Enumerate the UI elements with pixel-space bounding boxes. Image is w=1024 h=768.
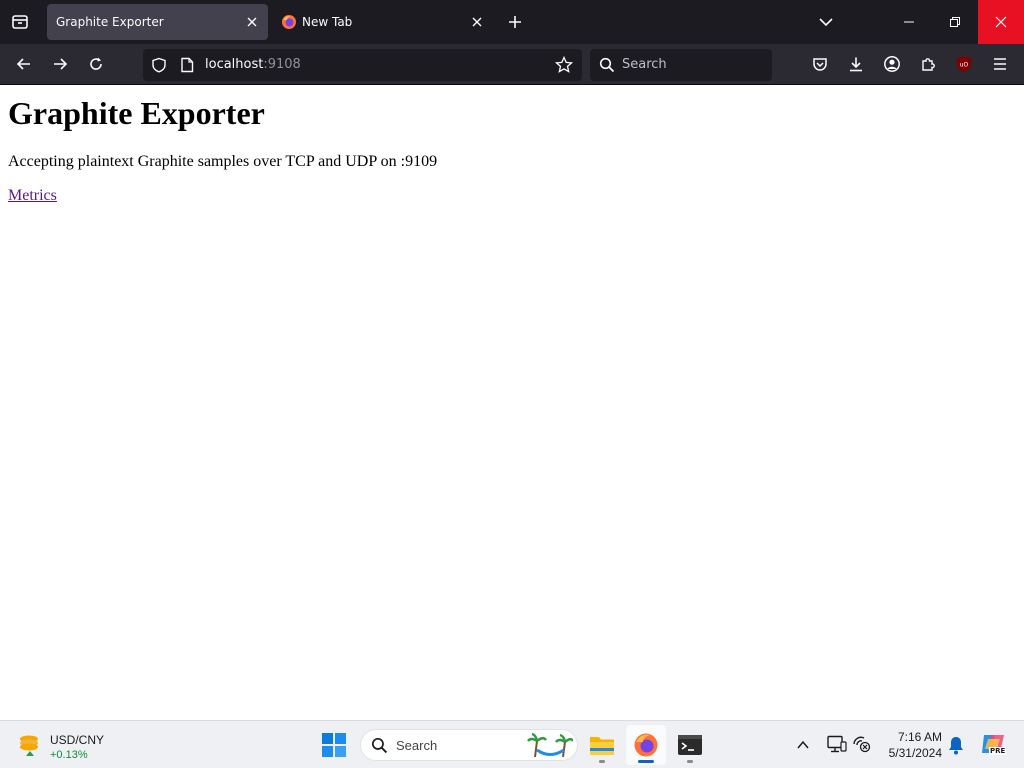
page-description: Accepting plaintext Graphite samples ove… [8,153,438,170]
copilot-preview-badge: PRE [989,747,1007,755]
tab-graphite-exporter[interactable]: Graphite Exporter [47,4,268,40]
firefox-logo-icon [281,14,297,30]
search-icon [599,57,615,77]
downloads-icon[interactable] [842,50,870,78]
firefox-taskbar-icon[interactable] [626,725,666,765]
widget-currency-change: +0.13% [50,749,88,761]
tab-strip: Graphite Exporter New Tab [0,0,1024,44]
taskbar: USD/CNY +0.13% Search 7:16 AM 5/31/2024 [0,720,1024,768]
active-indicator [638,760,654,763]
back-arrow-icon[interactable] [10,50,38,78]
new-tab-plus-icon[interactable] [503,10,527,34]
file-explorer-taskbar-icon[interactable] [582,725,622,765]
running-indicator [687,760,693,763]
account-icon[interactable] [878,50,906,78]
search-highlight-palm-trees-icon [527,732,575,763]
taskbar-search-label: Search [396,738,438,753]
search-icon [371,737,388,758]
close-window-button[interactable] [978,0,1024,44]
clock-time: 7:16 AM [897,730,942,744]
page-info-icon[interactable] [180,57,194,77]
show-hidden-icons-chevron-icon[interactable] [796,737,810,756]
ublock-origin-icon[interactable]: uO [950,50,978,78]
close-tab-icon[interactable] [244,14,260,30]
display-settings-icon[interactable] [827,735,847,757]
metrics-link[interactable]: Metrics [8,187,57,205]
clock-date: 5/31/2024 [888,746,942,760]
currency-widget[interactable]: USD/CNY +0.13% [10,725,110,765]
firefox-view-icon[interactable] [8,10,32,34]
bookmark-star-icon[interactable] [554,55,574,78]
running-indicator [599,760,605,763]
extensions-puzzle-icon[interactable] [914,50,942,78]
navigation-toolbar: localhost:9108 Search uO [0,44,1024,85]
network-status-icon[interactable] [852,735,872,757]
tab-title: New Tab [302,15,353,29]
notification-bell-icon[interactable] [947,735,965,759]
url-bar[interactable]: localhost:9108 [143,49,582,81]
search-bar[interactable]: Search [590,49,772,81]
tab-title: Graphite Exporter [56,15,164,29]
url-host: localhost [205,57,264,72]
svg-text:uO: uO [960,62,969,69]
pocket-icon[interactable] [806,50,834,78]
close-tab-icon[interactable] [469,14,485,30]
minimize-button[interactable] [886,0,932,44]
url-text[interactable]: localhost:9108 [205,57,301,72]
hamburger-menu-icon[interactable] [986,50,1014,78]
list-all-tabs-chevron-icon[interactable] [814,10,838,34]
page-heading: Graphite Exporter [8,95,265,131]
tab-new-tab[interactable]: New Tab [272,4,493,40]
taskbar-search-box[interactable]: Search [360,729,578,761]
url-port: :9108 [263,57,301,72]
widget-currency-pair: USD/CNY [50,733,105,747]
start-button[interactable] [314,725,354,765]
search-placeholder: Search [622,57,667,72]
terminal-taskbar-icon[interactable] [670,725,710,765]
tracking-protection-shield-icon[interactable] [151,57,167,77]
copilot-icon[interactable]: PRE [980,731,1007,759]
forward-arrow-icon[interactable] [46,50,74,78]
restore-button[interactable] [932,0,978,44]
page-content: Graphite Exporter Accepting plaintext Gr… [0,85,1024,720]
reload-icon[interactable] [82,50,110,78]
currency-coins-icon [16,731,44,763]
system-clock[interactable]: 7:16 AM 5/31/2024 [880,729,942,761]
